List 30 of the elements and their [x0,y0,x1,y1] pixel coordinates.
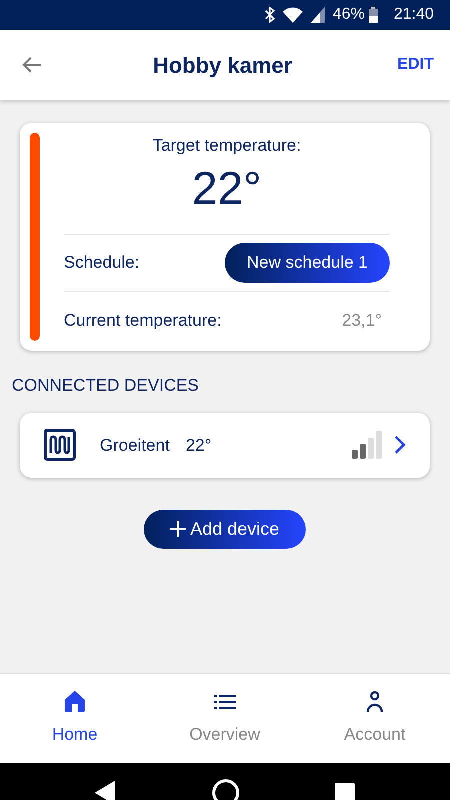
wifi-icon [282,7,303,23]
signal-icon [310,7,325,23]
battery-icon [368,7,378,23]
clock: 21:40 [394,5,434,25]
current-temperature-label: Current temperature: [64,310,222,332]
section-title: CONNECTED DEVICES [12,375,200,398]
plus-icon [170,521,186,538]
bluetooth-icon [264,7,275,23]
home-button-icon[interactable] [212,779,240,800]
target-temperature-label: Target temperature: [152,135,302,157]
nav-tab[interactable]: Home [15,688,135,748]
edit-link[interactable]: EDIT [398,53,434,77]
home-icon [63,690,87,714]
device-name: Groeitent [100,434,170,457]
add-device-button[interactable]: Add device [144,510,306,549]
device-temperature: 22° [186,434,213,457]
page-title: Hobby kamer [153,52,292,80]
nav-tab[interactable]: Overview [165,688,285,748]
nav-tab[interactable]: Account [315,688,435,748]
recents-icon[interactable] [334,783,355,800]
heater-icon [44,429,76,462]
battery-percentage: 46% [332,5,365,25]
schedule-label: Schedule: [64,252,140,274]
back-icon[interactable] [95,781,118,800]
target-temperature-value: 22° [191,160,263,216]
current-temperature-value: 23,1° [342,310,383,332]
schedule-button[interactable]: New schedule 1 [225,243,390,283]
device-card[interactable]: Groeitent 22° [20,412,430,478]
chevron-right-icon [394,435,406,456]
signal-strength-icon [352,431,382,460]
